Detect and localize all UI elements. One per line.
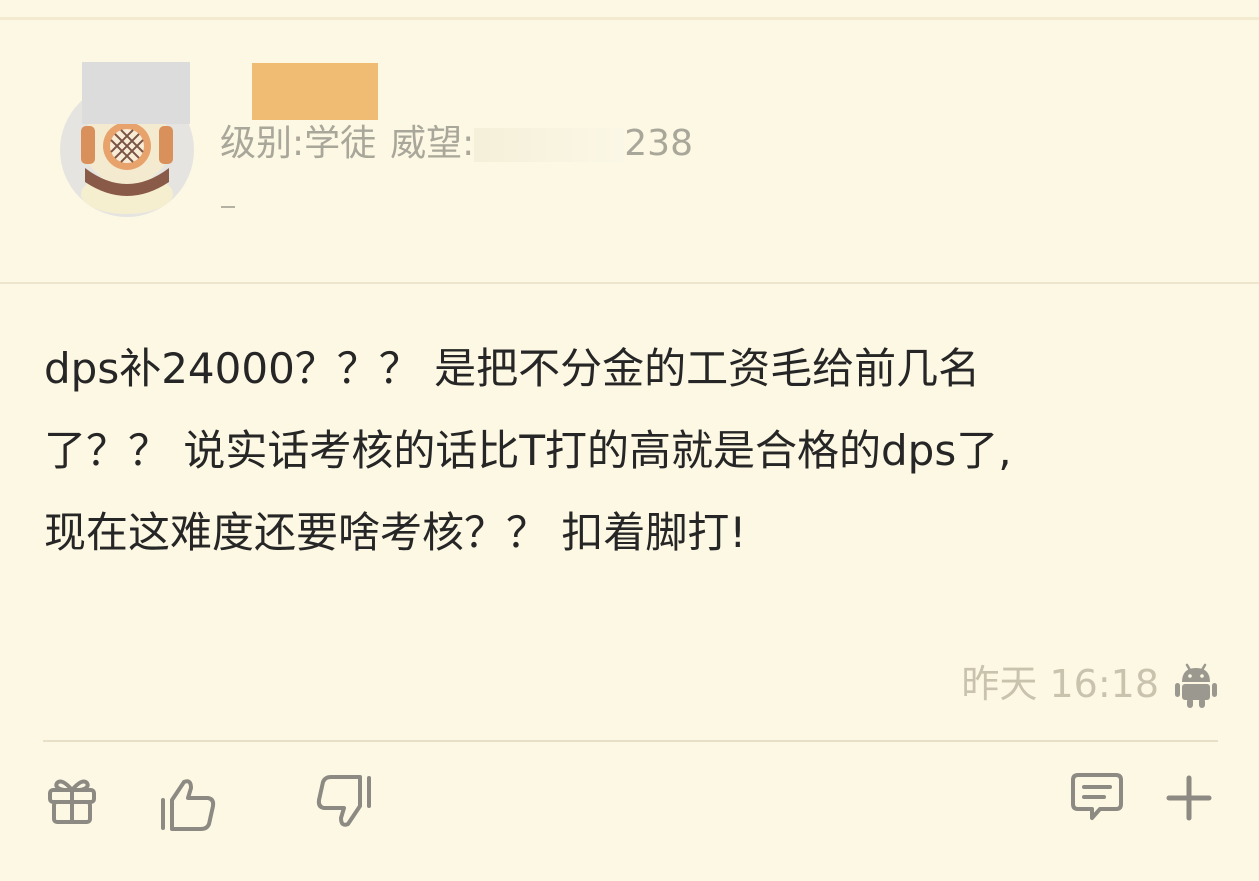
user-level: 级别:学徒 bbox=[220, 123, 377, 164]
user-meta: 级别:学徒 威望: 238 bbox=[220, 120, 693, 168]
comment-icon[interactable] bbox=[1070, 772, 1124, 822]
footer-divider bbox=[43, 740, 1218, 742]
top-divider bbox=[0, 17, 1259, 20]
gift-icon[interactable] bbox=[46, 774, 98, 826]
header-divider bbox=[0, 282, 1259, 284]
user-prestige-label: 威望: bbox=[390, 123, 475, 164]
post-timestamp: 昨天 16:18 bbox=[961, 662, 1159, 706]
user-prestige-tail: 238 bbox=[624, 123, 693, 164]
avatar-redaction bbox=[82, 62, 190, 124]
post-line: dps补24000？？？ 是把不分金的工资毛给前几名 bbox=[44, 344, 981, 393]
android-icon bbox=[1174, 662, 1218, 708]
username-redaction bbox=[252, 63, 378, 120]
post-line: 现在这难度还要啥考核？？ 扣着脚打! bbox=[44, 508, 747, 557]
plus-icon[interactable] bbox=[1166, 775, 1212, 821]
post-line: 了？？ 说实话考核的话比T打的高就是合格的dps了, bbox=[44, 426, 1012, 475]
meta-dash bbox=[221, 206, 235, 208]
prestige-redaction bbox=[474, 128, 625, 162]
post-body: dps补24000？？？ 是把不分金的工资毛给前几名 了？？ 说实话考核的话比T… bbox=[44, 328, 1214, 574]
thumbs-down-icon[interactable] bbox=[314, 774, 374, 830]
thumbs-up-icon[interactable] bbox=[158, 776, 218, 832]
